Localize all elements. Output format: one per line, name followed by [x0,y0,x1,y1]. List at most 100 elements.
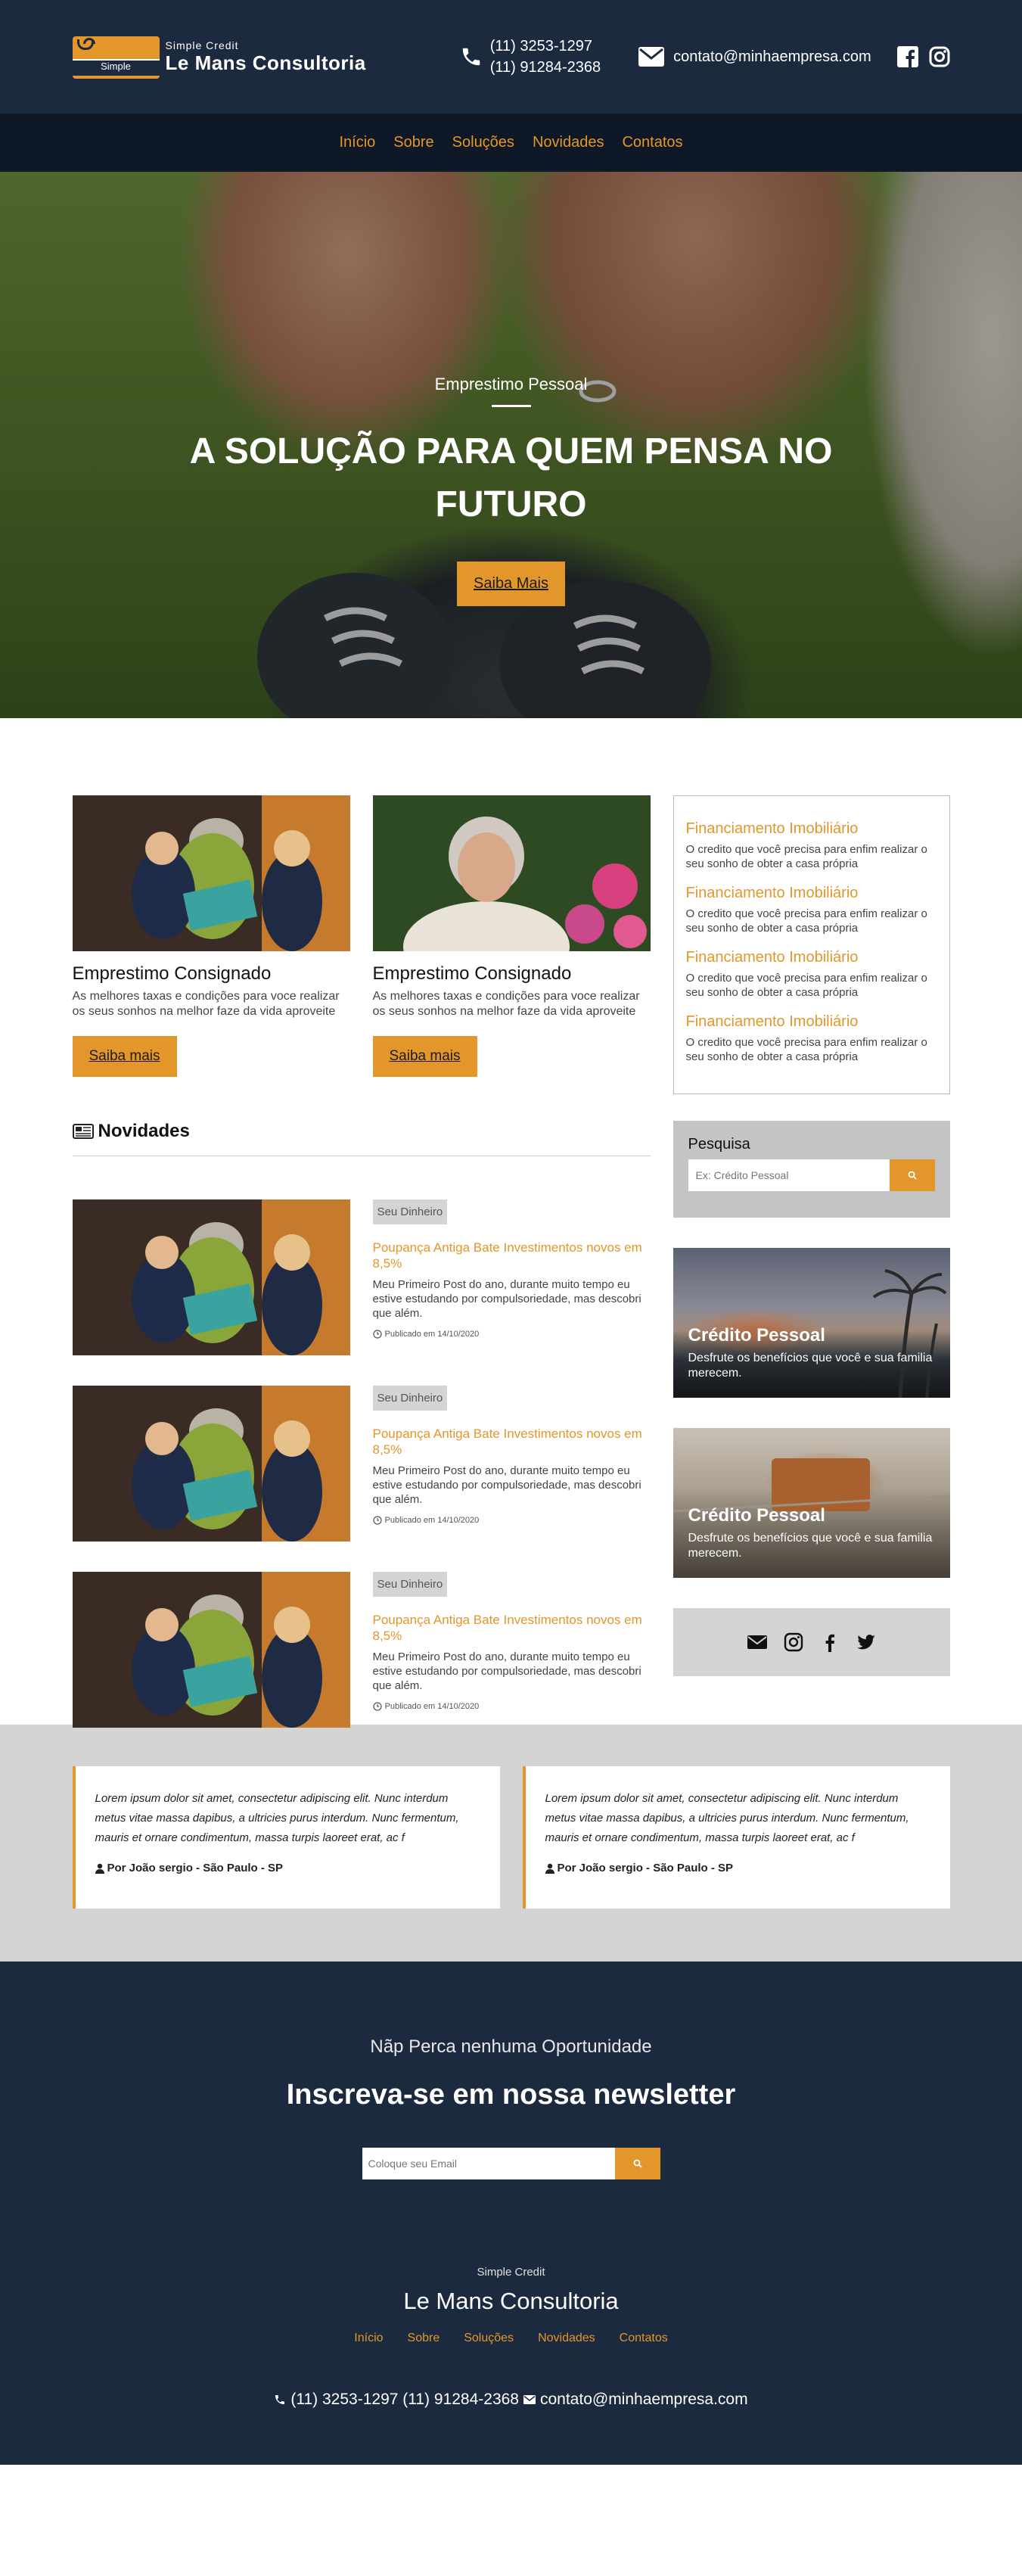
newspaper-icon [72,1124,94,1139]
service-text: As melhores taxas e condições para voce … [372,990,640,1018]
testimonial-author-name: Por João sergio - São Paulo - SP [557,1862,734,1874]
promo-card[interactable]: Crédito Pessoal Desfrute os benefícios q… [673,1248,950,1398]
instagram-icon[interactable] [929,46,950,67]
financing-text: O credito que você precisa para enfim re… [685,843,927,870]
elderly-woman-photo [372,795,651,951]
post-date-text: Publicado em 14/10/2020 [384,1702,480,1711]
nav-item-novidades[interactable]: Novidades [533,134,604,151]
nav-item-solucoes[interactable]: Soluções [452,134,514,151]
post-category-tag[interactable]: Seu Dinheiro [372,1572,448,1597]
twitter-icon[interactable] [856,1632,876,1652]
user-icon [545,1863,554,1874]
facebook-icon[interactable] [820,1632,840,1652]
financing-text: O credito que você precisa para enfim re… [685,1036,927,1063]
sidebar: Pesquisa Crédito Pessoal Desfrute os ben… [673,1121,950,1728]
post-date-text: Publicado em 14/10/2020 [384,1516,480,1525]
financing-item[interactable]: Financiamento Imobiliário O credito que … [686,949,937,1000]
hero-banner: Emprestimo Pessoal A SOLUÇÃO PARA QUEM P… [0,172,1022,718]
footer-brand-tagline: Simple Credit [477,2266,545,2279]
service-saiba-mais-button[interactable]: Saiba mais [72,1036,177,1077]
header-email[interactable]: contato@minhaempresa.com [638,47,871,67]
service-saiba-mais-button[interactable]: Saiba mais [372,1036,477,1077]
footer-contact: (11) 3253-1297 (11) 91284-2368 contato@m… [0,2391,1022,2409]
phone-number-2[interactable]: (11) 91284-2368 [490,57,601,78]
financing-item[interactable]: Financiamento Imobiliário O credito que … [686,820,937,871]
post-excerpt: Meu Primeiro Post do ano, durante muito … [372,1464,641,1506]
footer-phones[interactable]: (11) 3253-1297 (11) 91284-2368 [290,2391,519,2409]
site-header: Simple Simple Credit Le Mans Consultoria… [0,0,1022,172]
post-excerpt: Meu Primeiro Post do ano, durante muito … [372,1278,641,1320]
financing-title[interactable]: Financiamento Imobiliário [686,949,937,966]
news-list: Novidades Seu Dinheiro Poupança Antiga B… [72,1121,651,1728]
footer-nav-inicio[interactable]: Início [354,2332,383,2345]
financing-text: O credito que você precisa para enfim re… [685,972,927,999]
footer-nav-contatos[interactable]: Contatos [620,2332,668,2345]
search-button[interactable] [889,1159,935,1191]
promo-text: Desfrute os benefícios que você e sua fa… [688,1532,933,1560]
testimonial-author-name: Por João sergio - São Paulo - SP [107,1862,284,1874]
news-heading: Novidades [72,1121,651,1156]
nav-item-sobre[interactable]: Sobre [393,134,433,151]
footer-email[interactable]: contato@minhaempresa.com [540,2391,748,2409]
phone-icon [462,48,480,66]
testimonial-author: Por João sergio - São Paulo - SP [545,1862,930,1874]
financing-title[interactable]: Financiamento Imobiliário [686,820,937,838]
clock-icon [372,1702,382,1711]
hero-title: A SOLUÇÃO PARA QUEM PENSA NO FUTURO [189,431,833,524]
post-title[interactable]: Poupança Antiga Bate Investimentos novos… [373,1426,651,1458]
post-category-tag[interactable]: Seu Dinheiro [372,1199,448,1224]
logo[interactable]: Simple Simple Credit Le Mans Consultoria [72,33,366,80]
newsletter-title: Inscreva-se em nossa newsletter [286,2079,736,2111]
nav-item-contatos[interactable]: Contatos [622,134,682,151]
promo-text: Desfrute os benefícios que você e sua fa… [688,1352,933,1380]
newsletter-submit-button[interactable] [614,2148,660,2179]
post-title[interactable]: Poupança Antiga Bate Investimentos novos… [373,1612,651,1644]
testimonials-section: Lorem ipsum dolor sit amet, consectetur … [0,1725,1022,1962]
news-section: Novidades Seu Dinheiro Poupança Antiga B… [0,1121,1022,1728]
post-date: Publicado em 14/10/2020 [372,1702,651,1711]
search-icon [908,1171,917,1180]
header-socials [896,46,950,67]
header-phones: (11) 3253-1297 (11) 91284-2368 [460,36,601,78]
envelope-icon [523,2395,536,2404]
footer-nav-sobre[interactable]: Sobre [408,2332,440,2345]
hero-saiba-mais-button[interactable]: Saiba Mais [457,562,565,606]
instagram-icon[interactable] [784,1632,803,1652]
service-text: As melhores taxas e condições para voce … [72,990,340,1018]
financing-item[interactable]: Financiamento Imobiliário O credito que … [686,885,937,935]
search-input[interactable] [688,1159,890,1191]
envelope-icon [638,47,665,67]
post-photo[interactable] [72,1386,350,1542]
testimonial-author: Por João sergio - São Paulo - SP [95,1862,480,1874]
post-photo[interactable] [72,1199,350,1355]
news-post: Seu Dinheiro Poupança Antiga Bate Invest… [72,1199,651,1355]
financing-title[interactable]: Financiamento Imobiliário [686,885,937,902]
post-title[interactable]: Poupança Antiga Bate Investimentos novos… [373,1240,651,1271]
promo-card[interactable]: Crédito Pessoal Desfrute os benefícios q… [673,1428,950,1578]
facebook-icon[interactable] [896,46,918,67]
main-nav: Início Sobre Soluções Novidades Contatos [0,114,1022,172]
nav-item-inicio[interactable]: Início [339,134,375,151]
news-post: Seu Dinheiro Poupança Antiga Bate Invest… [72,1386,651,1542]
newsletter-subtitle: Nãp Perca nenhuma Oportunidade [370,2036,652,2057]
email-address[interactable]: contato@minhaempresa.com [673,48,871,66]
clock-icon [372,1330,382,1339]
logo-badge-text: Simple [101,61,131,72]
financing-item[interactable]: Financiamento Imobiliário O credito que … [686,1013,937,1064]
financing-title[interactable]: Financiamento Imobiliário [686,1013,937,1031]
post-category-tag[interactable]: Seu Dinheiro [372,1386,448,1411]
phone-number-1[interactable]: (11) 3253-1297 [490,36,601,57]
service-title: Emprestimo Consignado [72,963,272,984]
footer-nav-novidades[interactable]: Novidades [538,2332,595,2345]
brand-tagline: Simple Credit [165,39,239,51]
promo-title: Crédito Pessoal [688,1505,825,1526]
grandmother-children-photo [72,795,350,951]
credit-card-logo-icon: Simple [72,33,160,80]
service-title: Emprestimo Consignado [372,963,572,984]
newsletter-email-input[interactable] [362,2148,615,2179]
envelope-icon[interactable] [747,1632,767,1652]
promo-title: Crédito Pessoal [688,1325,825,1346]
footer-nav-solucoes[interactable]: Soluções [464,2332,514,2345]
post-photo[interactable] [72,1572,350,1728]
phone-icon [275,2395,285,2404]
